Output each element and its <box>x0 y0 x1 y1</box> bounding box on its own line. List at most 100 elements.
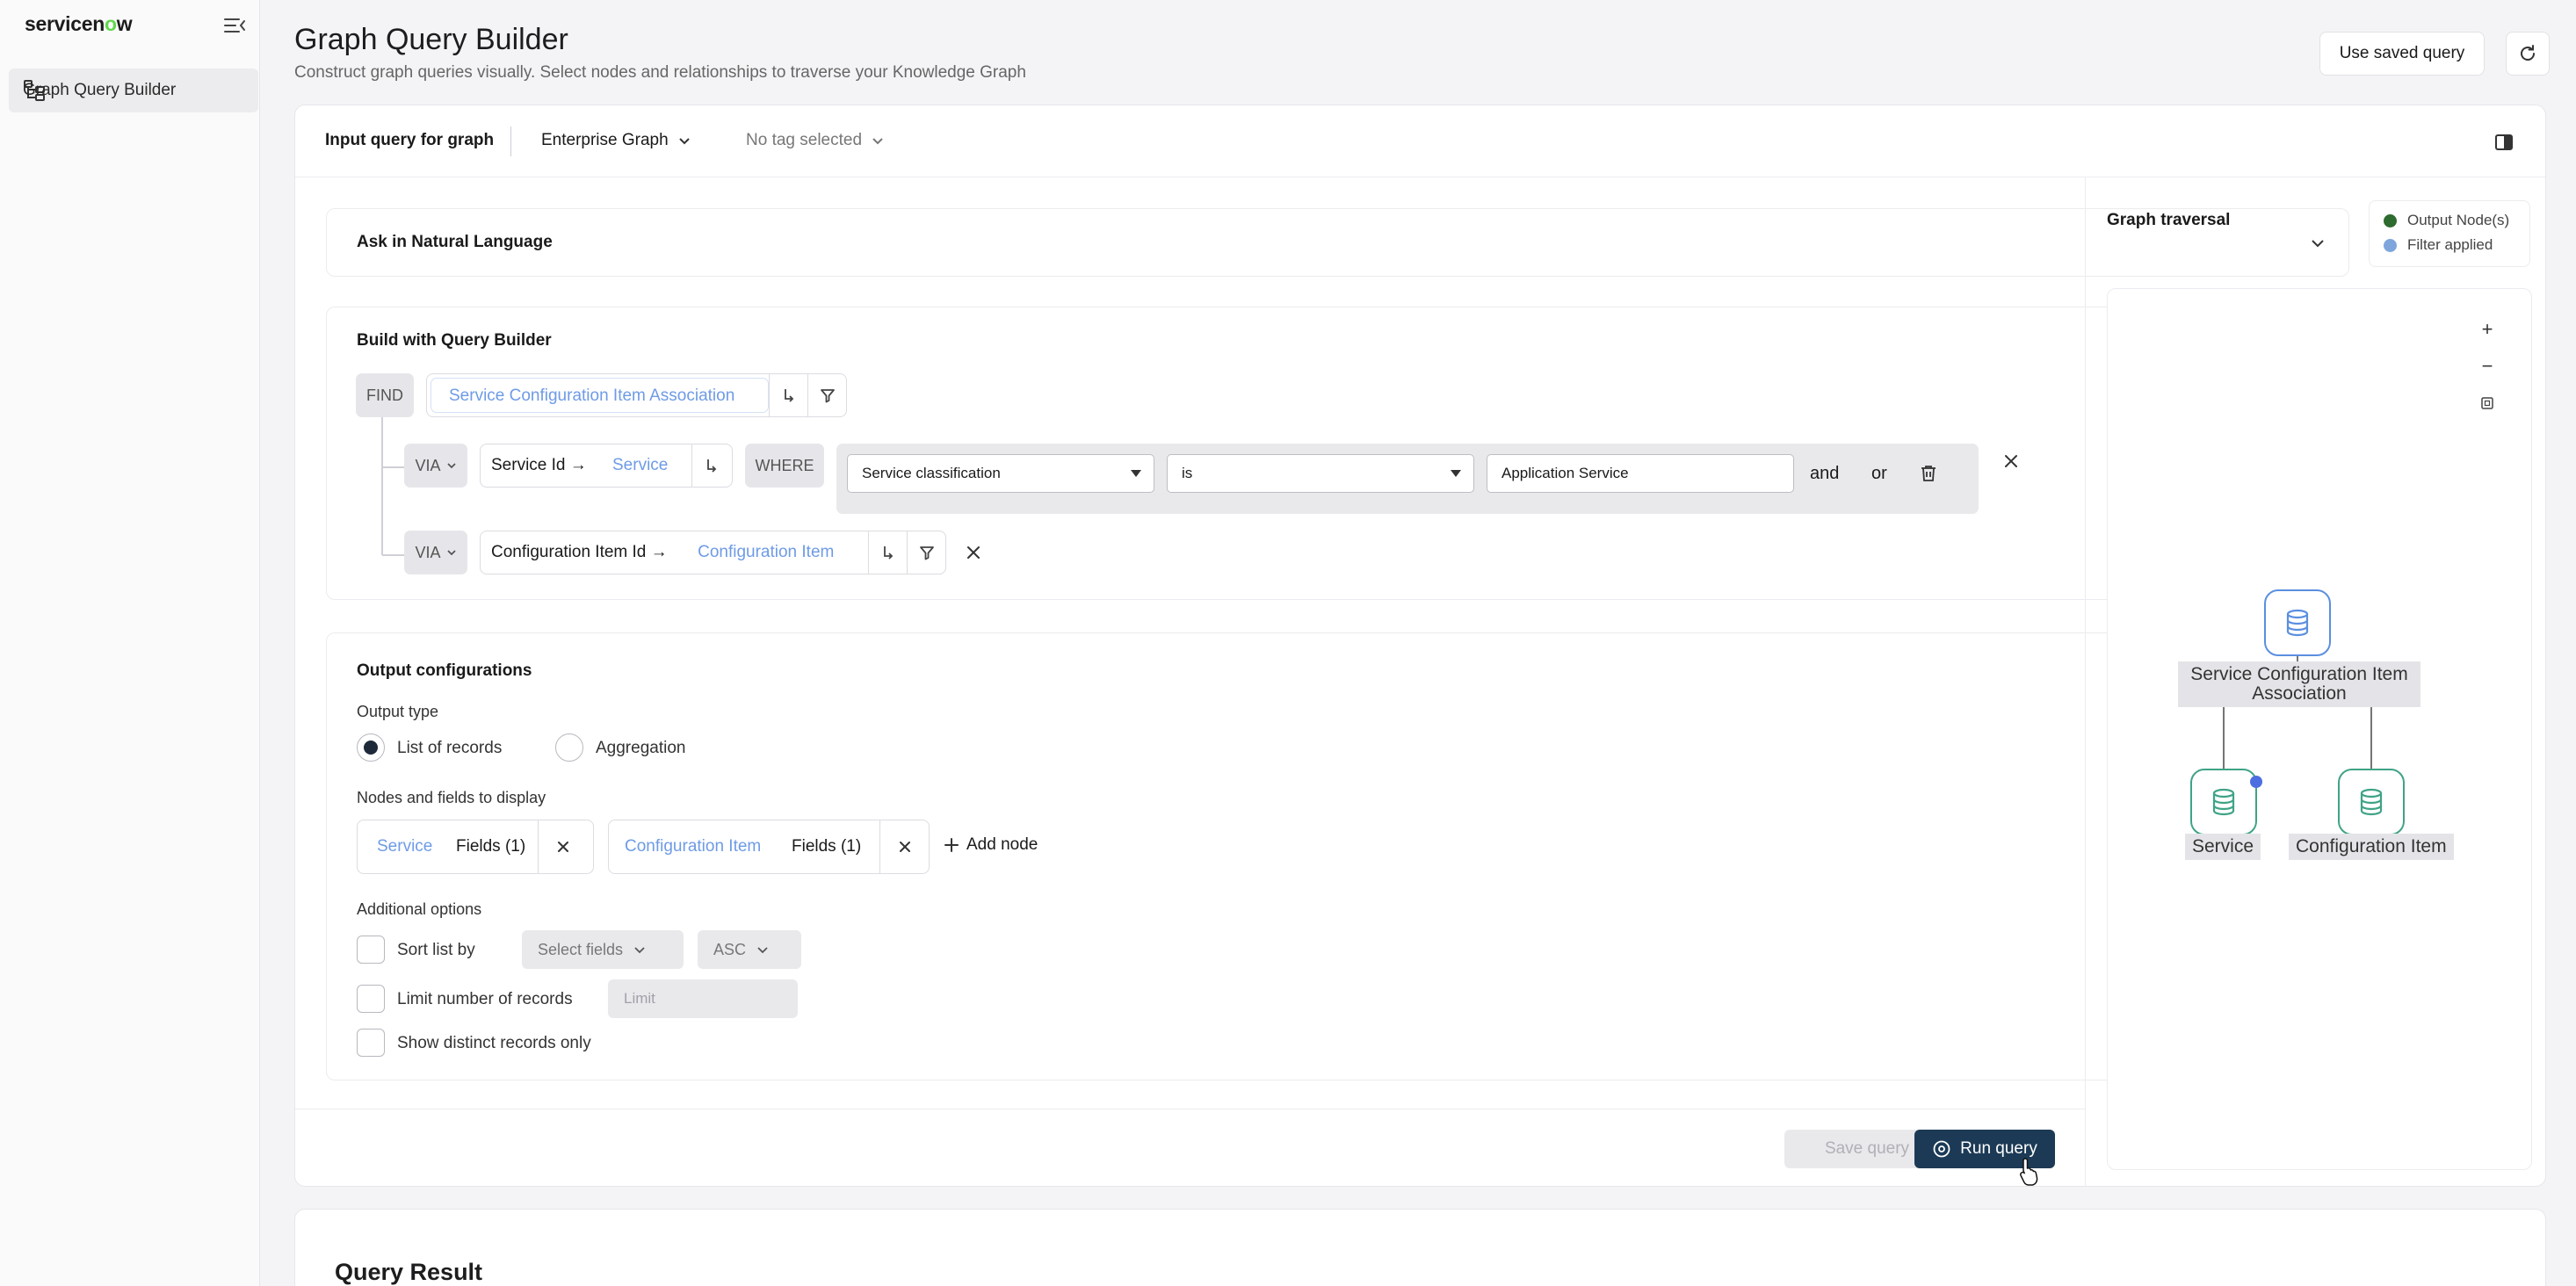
sort-order-select[interactable]: ASC <box>698 930 801 969</box>
add-node-button[interactable]: Add node <box>944 835 1038 855</box>
graph-node-service[interactable] <box>2190 769 2262 835</box>
remove-node-button[interactable] <box>538 820 587 873</box>
condition-field-value: Service classification <box>862 465 1001 481</box>
remove-node-button[interactable] <box>879 820 929 873</box>
brand-text-o: o <box>104 12 117 35</box>
via-select-1[interactable]: VIA <box>404 444 467 488</box>
input-query-label: Input query for graph <box>325 131 495 149</box>
where-label: WHERE <box>745 444 824 488</box>
panel-toggle-icon[interactable] <box>2492 130 2516 155</box>
output-node-name: Configuration Item <box>625 837 762 856</box>
condition-field-select[interactable]: Service classification <box>847 454 1154 493</box>
query-builder-section: Build with Query Builder FIND Service Co… <box>326 307 2349 600</box>
sort-fields-select[interactable]: Select fields <box>522 930 684 969</box>
legend-label: Filter applied <box>2407 236 2493 253</box>
caret-down-icon <box>1451 470 1461 477</box>
graph-canvas[interactable]: + − Service Configuration Item Associati… <box>2107 288 2532 1170</box>
chevron-down-icon <box>634 947 645 954</box>
via-target-1[interactable]: Service <box>595 456 691 475</box>
condition-value-input[interactable]: Application Service <box>1487 454 1794 493</box>
header-divider <box>510 126 511 156</box>
natural-language-section[interactable]: Ask in Natural Language <box>326 208 2349 277</box>
limit-input[interactable]: Limit <box>608 979 798 1018</box>
find-label: FIND <box>356 373 414 417</box>
tag-select-value: No tag selected <box>746 131 863 149</box>
relationship-icon[interactable] <box>769 374 807 416</box>
legend-dot <box>2384 213 2397 228</box>
close-icon[interactable] <box>963 542 984 563</box>
via-label: VIA <box>415 543 441 561</box>
filter-indicator-dot <box>2250 776 2262 788</box>
relationship-icon[interactable] <box>691 444 730 487</box>
via-relationship-pill-2[interactable]: Configuration Item Id → Configuration It… <box>480 531 946 574</box>
graph-node-label: Service <box>2185 834 2261 860</box>
caret-down-icon <box>1131 470 1141 477</box>
via-select-2[interactable]: VIA <box>404 531 467 574</box>
additional-options-label: Additional options <box>357 900 482 918</box>
condition-operator-value: is <box>1182 465 1193 481</box>
run-query-label: Run query <box>1960 1139 2037 1158</box>
chevron-down-icon <box>757 947 768 954</box>
card-header: Input query for graph Enterprise Graph N… <box>295 105 2545 177</box>
sort-list-checkbox[interactable] <box>357 936 385 964</box>
radio-list-of-records[interactable] <box>357 733 385 762</box>
condition-operator-select[interactable]: is <box>1167 454 1474 493</box>
database-icon <box>2360 788 2383 816</box>
sidebar-item-label: Graph Query Builder <box>23 81 177 99</box>
output-node-fields[interactable]: Fields (1) <box>792 837 879 856</box>
via-target-2[interactable]: Configuration Item <box>689 543 868 562</box>
chevron-down-icon <box>678 138 690 145</box>
output-node-chip-configuration-item[interactable]: Configuration Item Fields (1) <box>608 820 930 874</box>
find-node-pill[interactable]: Service Configuration Item Association <box>426 373 847 417</box>
graph-node-configuration-item[interactable] <box>2338 769 2405 835</box>
distinct-records-checkbox[interactable] <box>357 1029 385 1057</box>
close-icon <box>557 842 568 852</box>
use-saved-query-button[interactable]: Use saved query <box>2319 32 2485 76</box>
radio-aggregation[interactable] <box>555 733 583 762</box>
radio-aggregation-label: Aggregation <box>596 739 686 757</box>
or-button[interactable]: or <box>1871 464 1887 484</box>
filter-icon[interactable] <box>807 374 846 416</box>
graph-select[interactable]: Enterprise Graph <box>541 131 691 150</box>
find-node-value[interactable]: Service Configuration Item Association <box>431 378 769 413</box>
query-result-title: Query Result <box>335 1259 483 1285</box>
chevron-down-icon <box>446 550 456 556</box>
output-config-title: Output configurations <box>357 661 532 680</box>
output-node-chip-service[interactable]: Service Fields (1) <box>357 820 594 874</box>
brand-text-b: w <box>116 12 133 35</box>
via-relationship-pill-1[interactable]: Service Id → Service <box>480 444 733 488</box>
page-title: Graph Query Builder <box>294 23 568 56</box>
database-icon <box>2286 609 2309 637</box>
nodes-fields-label: Nodes and fields to display <box>357 789 546 806</box>
run-query-button[interactable]: Run query <box>1914 1130 2055 1168</box>
add-node-label: Add node <box>966 835 1038 854</box>
graph-traversal-panel: Graph traversal Output Node(s) Filter ap… <box>2085 177 2545 1186</box>
trash-icon[interactable] <box>1919 464 1938 483</box>
play-circle-icon <box>1933 1140 1950 1158</box>
legend-label: Output Node(s) <box>2407 212 2510 228</box>
sort-fields-value: Select fields <box>538 940 624 958</box>
sidebar-item-graph-query-builder[interactable]: Graph Query Builder <box>9 69 258 112</box>
distinct-records-label: Show distinct records only <box>397 1034 591 1052</box>
via-field-1: Service Id → <box>491 456 587 474</box>
close-icon[interactable] <box>2001 451 2022 472</box>
database-icon <box>2212 788 2235 816</box>
graph-node-root[interactable] <box>2264 589 2331 656</box>
sort-list-label: Sort list by <box>397 941 475 959</box>
output-node-fields[interactable]: Fields (1) <box>456 837 538 856</box>
collapse-sidebar-icon[interactable] <box>221 14 248 37</box>
tag-select[interactable]: No tag selected <box>746 131 885 150</box>
output-type-label: Output type <box>357 703 439 720</box>
relationship-icon[interactable] <box>868 531 907 574</box>
natural-language-title: Ask in Natural Language <box>357 233 553 251</box>
chevron-down-icon <box>446 463 456 469</box>
filter-icon[interactable] <box>907 531 945 574</box>
limit-records-label: Limit number of records <box>397 990 573 1008</box>
output-node-name: Service <box>377 837 433 856</box>
refresh-icon <box>2521 45 2535 61</box>
limit-records-checkbox[interactable] <box>357 985 385 1013</box>
query-card: Input query for graph Enterprise Graph N… <box>294 105 2546 1187</box>
via-label: VIA <box>415 456 441 474</box>
refresh-button[interactable] <box>2506 32 2550 76</box>
and-button[interactable]: and <box>1810 464 1839 484</box>
